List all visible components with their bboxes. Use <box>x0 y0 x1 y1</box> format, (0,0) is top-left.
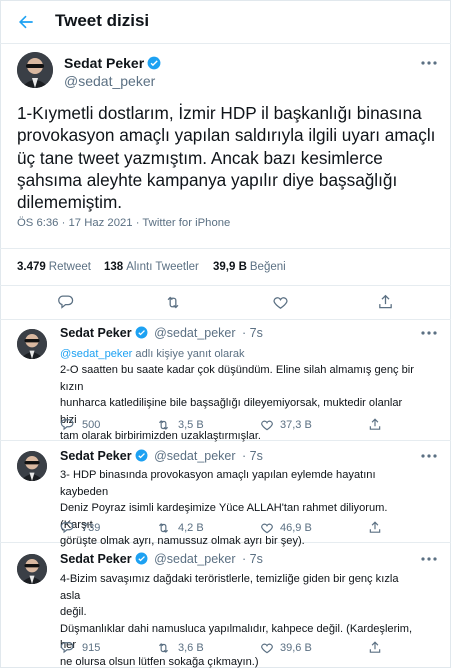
tweet-text: 3- HDP binasında provokasyon amaçlı yapı… <box>60 467 420 550</box>
retweet-count: 3,6 B <box>178 642 204 654</box>
reply-header: Sedat Peker @sedat_peker · 7s <box>60 552 263 566</box>
tweet-text-line: 3- HDP binasında provokasyon amaçlı yapı… <box>60 469 376 498</box>
verified-badge-icon <box>135 552 148 565</box>
author-name[interactable]: Sedat Peker <box>60 552 132 566</box>
reply-time[interactable]: · 7s <box>242 552 263 566</box>
reply-header: Sedat Peker @sedat_peker · 7s <box>60 326 263 340</box>
like-icon[interactable] <box>260 418 274 432</box>
tweet-text-line: 1-Kıymetli dostlarım, İzmir HDP il başka… <box>17 103 422 123</box>
quotes-count: 138 <box>104 261 124 273</box>
author-name-row: Sedat Peker <box>64 55 161 73</box>
author-handle[interactable]: @sedat_peker <box>154 326 236 340</box>
tweet-timestamp[interactable]: ÖS 6:36 · 17 Haz 2021 · Twitter for iPho… <box>17 217 230 229</box>
retweet-count: 3,5 B <box>178 419 204 431</box>
tweet-text-line: şahsıma aleyhte kampanya yapılır diye ba… <box>17 169 398 190</box>
verified-badge-icon <box>147 56 161 70</box>
list-item[interactable]: Sedat Peker @sedat_peker · 7s 3- HDP bin… <box>0 441 451 547</box>
avatar[interactable] <box>17 329 47 359</box>
author-handle[interactable]: @sedat_peker <box>154 552 236 566</box>
more-options-icon[interactable] <box>420 60 438 66</box>
author-name[interactable]: Sedat Peker <box>60 449 132 463</box>
reply-header: Sedat Peker @sedat_peker · 7s <box>60 449 263 463</box>
retweet-icon[interactable] <box>156 418 171 432</box>
replying-to: @sedat_peker adlı kişiye yanıt olarak <box>60 346 420 363</box>
reply-count: 739 <box>82 522 101 534</box>
likes-count: 39,9 B <box>213 261 247 273</box>
reply-count: 500 <box>82 419 101 431</box>
retweet-count: 4,2 B <box>178 522 204 534</box>
tweet-action-bar: 915 3,6 B 39,6 B <box>60 639 420 657</box>
tweet-text-line: provokasyon amaçlı yapılan saldırıyla il… <box>17 125 436 146</box>
author-name[interactable]: Sedat Peker <box>60 326 132 340</box>
tweet-text-line: üç tane tweet yazmıştım. Ancak bazı kesi… <box>17 147 383 168</box>
more-options-icon[interactable] <box>420 453 438 459</box>
tweet-action-bar: 500 3,5 B 37,3 B <box>60 416 420 434</box>
share-icon[interactable] <box>377 293 394 311</box>
likes-label: Beğeni <box>249 261 286 273</box>
tweet-text-line: dilememiştim. <box>17 192 123 213</box>
tweet-text-line: 4-Bizim savaşımız dağdaki teröristlerle,… <box>60 573 399 602</box>
reply-time[interactable]: · 7s <box>242 326 263 340</box>
replying-to-suffix: adlı kişiye yanıt olarak <box>132 348 245 360</box>
reply-icon[interactable] <box>57 294 74 311</box>
reply-icon[interactable] <box>60 521 74 535</box>
verified-badge-icon <box>135 449 148 462</box>
back-arrow-icon[interactable] <box>16 12 36 32</box>
page-header: Tweet dizisi <box>0 0 451 44</box>
avatar[interactable] <box>17 451 47 481</box>
tweet-action-bar <box>0 286 451 320</box>
like-icon[interactable] <box>260 521 274 535</box>
page-title: Tweet dizisi <box>55 11 150 30</box>
retweets-label: Retweet <box>48 261 91 273</box>
retweet-icon[interactable] <box>156 641 171 655</box>
avatar[interactable] <box>17 52 53 88</box>
reply-icon[interactable] <box>60 641 74 655</box>
share-icon[interactable] <box>368 417 382 432</box>
author-handle[interactable]: @sedat_peker <box>64 73 155 89</box>
tweet-stats-bar: 3.479 Retweet 138 Alıntı Tweetler 39,9 B Be… <box>0 248 451 286</box>
like-count: 46,9 B <box>280 522 312 534</box>
reply-count: 915 <box>82 642 101 654</box>
retweet-icon[interactable] <box>156 521 171 535</box>
retweet-icon[interactable] <box>164 294 182 311</box>
retweets-count: 3.479 <box>17 261 46 273</box>
like-count: 37,3 B <box>280 419 312 431</box>
quotes-stat[interactable]: 138 Alıntı Tweetler <box>104 261 199 273</box>
tweet-text-line: değil. <box>60 606 87 618</box>
share-icon[interactable] <box>368 640 382 655</box>
like-count: 39,6 B <box>280 642 312 654</box>
likes-stat[interactable]: 39,9 B Beğeni <box>213 261 286 273</box>
verified-badge-icon <box>135 326 148 339</box>
reply-icon[interactable] <box>60 418 74 432</box>
author-name[interactable]: Sedat Peker <box>64 55 144 71</box>
retweets-stat[interactable]: 3.479 Retweet <box>17 261 91 273</box>
avatar[interactable] <box>17 554 47 584</box>
tweet-text: 1-Kıymetli dostlarım, İzmir HDP il başka… <box>17 102 442 213</box>
list-item[interactable]: Sedat Peker @sedat_peker · 7s 4-Bizim sa… <box>0 543 451 668</box>
tweet-action-bar: 739 4,2 B 46,9 B <box>60 519 420 537</box>
list-item[interactable]: Sedat Peker @sedat_peker · 7s @sedat_pek… <box>0 320 451 442</box>
reply-time[interactable]: · 7s <box>242 449 263 463</box>
like-icon[interactable] <box>260 641 274 655</box>
author-handle[interactable]: @sedat_peker <box>154 449 236 463</box>
quotes-label: Alıntı Tweetler <box>126 261 199 273</box>
replying-to-link[interactable]: @sedat_peker <box>60 348 132 360</box>
more-options-icon[interactable] <box>420 556 438 562</box>
like-icon[interactable] <box>272 294 289 311</box>
tweet-text-line: 2-O saatten bu saate kadar çok düşündüm.… <box>60 364 414 393</box>
share-icon[interactable] <box>368 520 382 535</box>
more-options-icon[interactable] <box>420 330 438 336</box>
